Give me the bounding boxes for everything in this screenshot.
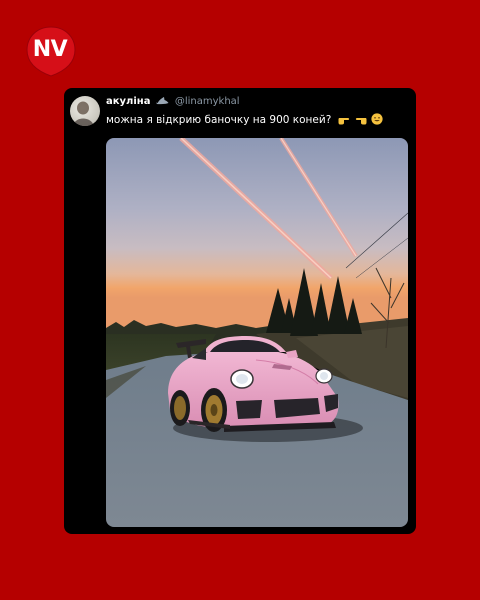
verified-shark-icon xyxy=(155,96,169,109)
tweet-header: акуліна @linamykhal xyxy=(106,96,240,109)
display-name[interactable]: акуліна xyxy=(106,96,150,107)
grinning-face-icon xyxy=(371,113,383,128)
avatar-photo xyxy=(73,101,94,126)
tweet-card: акуліна @linamykhal можна я відкрию бано… xyxy=(64,88,416,534)
tweet-text: можна я відкрию баночку на 900 коней? xyxy=(106,114,332,126)
tweet-text-row: можна я відкрию баночку на 900 коней? xyxy=(106,113,383,128)
point-right-hand-icon xyxy=(338,114,351,128)
point-left-hand-icon xyxy=(354,114,367,128)
logo-text: NV xyxy=(32,37,68,62)
car-photo xyxy=(106,138,408,527)
avatar[interactable] xyxy=(70,96,100,126)
tweet-photo[interactable] xyxy=(106,138,408,527)
nv-logo: NV xyxy=(24,24,78,78)
user-handle[interactable]: @linamykhal xyxy=(175,96,240,107)
